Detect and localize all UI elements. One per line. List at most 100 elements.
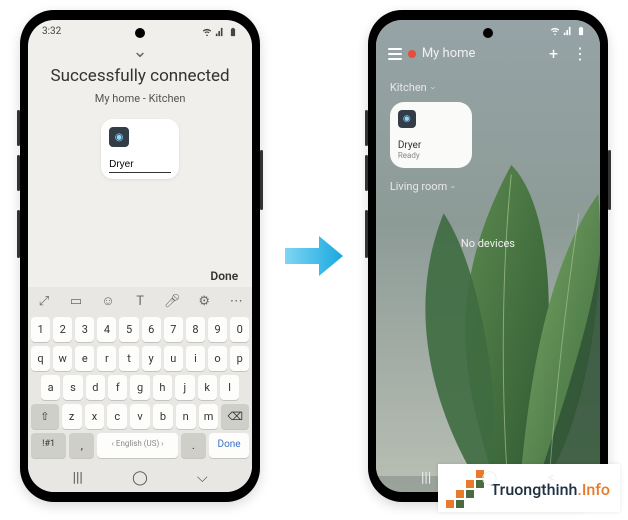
nav-back[interactable]: ⌵ xyxy=(197,470,208,486)
key-9[interactable]: 9 xyxy=(208,317,227,342)
volume-up-button[interactable] xyxy=(365,110,368,146)
key-e[interactable]: e xyxy=(75,346,94,371)
key-b[interactable]: b xyxy=(153,404,173,429)
emoji-icon[interactable]: ☺ xyxy=(98,291,118,311)
text-icon[interactable]: T xyxy=(130,291,150,311)
signal-icon xyxy=(563,26,573,36)
key-k[interactable]: k xyxy=(198,375,217,400)
key-y[interactable]: y xyxy=(142,346,161,371)
key-w[interactable]: w xyxy=(53,346,72,371)
bixby-button[interactable] xyxy=(365,210,368,258)
nav-home[interactable]: ◯ xyxy=(132,470,148,486)
keyboard: 1 2 3 4 5 6 7 8 9 0 q w e r t y xyxy=(28,315,252,466)
key-1[interactable]: 1 xyxy=(31,317,50,342)
more-icon[interactable]: ⋮ xyxy=(572,44,588,63)
bixby-button[interactable] xyxy=(17,210,20,258)
key-m[interactable]: m xyxy=(199,404,219,429)
add-button[interactable]: + xyxy=(549,44,558,63)
more-icon[interactable]: ⋯ xyxy=(226,291,246,311)
location-subtitle: My home - Kitchen xyxy=(28,92,252,105)
phone-right: My home + ⋮ Kitchen ◉ Dryer Ready Li xyxy=(368,10,608,502)
collapse-chevron-icon[interactable]: ⌄ xyxy=(28,41,252,62)
status-time: 3:32 xyxy=(42,26,61,37)
key-x[interactable]: x xyxy=(85,404,105,429)
battery-icon xyxy=(228,27,238,37)
key-q[interactable]: q xyxy=(31,346,50,371)
key-comma[interactable]: , xyxy=(69,433,94,458)
keyboard-language-label: English (US) xyxy=(116,439,159,448)
key-space[interactable]: ‹ English (US) › xyxy=(97,433,177,458)
key-c[interactable]: c xyxy=(107,404,127,429)
device-card: ◉ xyxy=(101,119,179,179)
nav-bar: ||| ◯ < xyxy=(376,466,600,492)
device-name-input[interactable] xyxy=(109,157,171,173)
power-button[interactable] xyxy=(608,150,611,210)
key-s[interactable]: s xyxy=(63,375,82,400)
gear-icon[interactable]: ⚙ xyxy=(194,291,214,311)
signal-icon xyxy=(215,27,225,37)
expand-icon[interactable]: ⤢ xyxy=(34,291,54,311)
key-t[interactable]: t xyxy=(119,346,138,371)
key-shift[interactable]: ⇧ xyxy=(31,404,59,429)
room-kitchen-label[interactable]: Kitchen xyxy=(376,69,600,98)
volume-down-button[interactable] xyxy=(365,155,368,191)
arrow-icon xyxy=(280,232,348,280)
status-indicators xyxy=(202,27,238,37)
no-devices-label: No devices xyxy=(376,237,600,250)
key-0[interactable]: 0 xyxy=(230,317,249,342)
room-livingroom-label[interactable]: Living room xyxy=(376,168,600,197)
notification-badge xyxy=(408,50,416,58)
room-name: Kitchen xyxy=(390,81,427,94)
page-title: Successfully connected xyxy=(28,66,252,86)
nav-back[interactable]: < xyxy=(548,470,555,486)
device-tile-dryer[interactable]: ◉ Dryer Ready xyxy=(390,102,472,168)
volume-up-button[interactable] xyxy=(17,110,20,146)
key-j[interactable]: j xyxy=(175,375,194,400)
keyboard-row-4: !#1 , ‹ English (US) › . Done xyxy=(31,433,249,458)
home-header: My home + ⋮ xyxy=(376,38,600,69)
key-3[interactable]: 3 xyxy=(75,317,94,342)
key-l[interactable]: l xyxy=(220,375,239,400)
key-u[interactable]: u xyxy=(164,346,183,371)
key-z[interactable]: z xyxy=(62,404,82,429)
key-7[interactable]: 7 xyxy=(164,317,183,342)
nav-recent[interactable]: ||| xyxy=(421,470,431,486)
dryer-icon: ◉ xyxy=(398,110,416,128)
key-a[interactable]: a xyxy=(41,375,60,400)
menu-icon[interactable] xyxy=(388,48,402,60)
key-5[interactable]: 5 xyxy=(119,317,138,342)
key-2[interactable]: 2 xyxy=(53,317,72,342)
key-8[interactable]: 8 xyxy=(186,317,205,342)
keyboard-row-1: q w e r t y u i o p xyxy=(31,346,249,371)
key-i[interactable]: i xyxy=(186,346,205,371)
key-r[interactable]: r xyxy=(97,346,116,371)
key-symbols[interactable]: !#1 xyxy=(31,433,66,458)
key-g[interactable]: g xyxy=(130,375,149,400)
key-period[interactable]: . xyxy=(181,433,206,458)
key-4[interactable]: 4 xyxy=(97,317,116,342)
key-f[interactable]: f xyxy=(108,375,127,400)
power-button[interactable] xyxy=(260,150,263,210)
key-o[interactable]: o xyxy=(208,346,227,371)
home-title[interactable]: My home xyxy=(422,46,476,61)
key-backspace[interactable]: ⌫ xyxy=(221,404,249,429)
volume-down-button[interactable] xyxy=(17,155,20,191)
wifi-icon xyxy=(202,27,212,37)
clipboard-icon[interactable]: ▭ xyxy=(66,291,86,311)
key-v[interactable]: v xyxy=(130,404,150,429)
camera-hole xyxy=(483,28,493,38)
key-6[interactable]: 6 xyxy=(142,317,161,342)
wifi-icon xyxy=(550,26,560,36)
nav-recent[interactable]: ||| xyxy=(73,470,83,486)
keyboard-row-numbers: 1 2 3 4 5 6 7 8 9 0 xyxy=(31,317,249,342)
device-name: Dryer xyxy=(398,140,464,151)
nav-home[interactable]: ◯ xyxy=(482,470,498,486)
done-button[interactable]: Done xyxy=(210,269,238,283)
key-d[interactable]: d xyxy=(86,375,105,400)
mic-icon[interactable]: 🎤︎ xyxy=(162,291,182,311)
status-indicators xyxy=(550,26,586,36)
key-n[interactable]: n xyxy=(176,404,196,429)
key-h[interactable]: h xyxy=(153,375,172,400)
key-done[interactable]: Done xyxy=(209,433,249,458)
key-p[interactable]: p xyxy=(230,346,249,371)
